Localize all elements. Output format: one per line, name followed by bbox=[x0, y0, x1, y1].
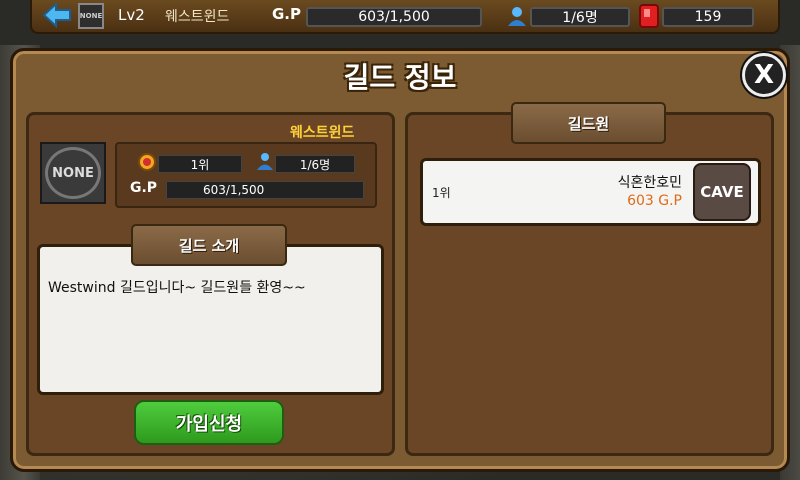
top-gp-value: 603/1,500 bbox=[306, 7, 482, 27]
top-level: Lv2 bbox=[118, 6, 145, 24]
member-gp: 603 G.P bbox=[627, 193, 682, 209]
guild-members-count: 1/6명 bbox=[275, 155, 355, 173]
join-request-button[interactable]: 가입신청 bbox=[134, 400, 284, 445]
guild-gp-value: 603/1,500 bbox=[166, 181, 364, 199]
user-icon bbox=[506, 5, 528, 27]
guild-intro-box: Westwind 길드입니다~ 길드원들 환영~~ bbox=[37, 244, 384, 395]
dialog-title: 길드 정보 bbox=[343, 61, 457, 94]
guild-emblem-label: NONE bbox=[45, 147, 101, 199]
user-icon bbox=[255, 151, 275, 171]
close-button[interactable]: X bbox=[742, 53, 786, 97]
back-arrow-icon[interactable] bbox=[42, 1, 72, 29]
member-name: 식혼한호민 bbox=[617, 175, 682, 191]
guild-gp-label: G.P bbox=[130, 180, 158, 196]
guild-members-title: 길드원 bbox=[511, 102, 666, 144]
member-rank: 1위 bbox=[432, 186, 451, 200]
medal-icon bbox=[137, 151, 157, 171]
guild-intro-title: 길드 소개 bbox=[131, 224, 287, 266]
top-gp-label: G.P bbox=[272, 5, 302, 23]
cave-button[interactable]: CAVE bbox=[693, 163, 751, 221]
guild-rank: 1위 bbox=[158, 155, 242, 173]
top-guild-emblem: NONE bbox=[78, 3, 104, 29]
top-members-count: 1/6명 bbox=[530, 7, 630, 27]
guild-intro-text: Westwind 길드입니다~ 길드원들 환영~~ bbox=[48, 280, 306, 296]
guild-emblem: NONE bbox=[40, 142, 106, 204]
guild-name: 웨스트윈드 bbox=[290, 125, 355, 141]
top-guild-name: 웨스트윈드 bbox=[165, 9, 230, 25]
ruby-gem-icon bbox=[638, 3, 660, 29]
top-gem-count: 159 bbox=[662, 7, 754, 27]
